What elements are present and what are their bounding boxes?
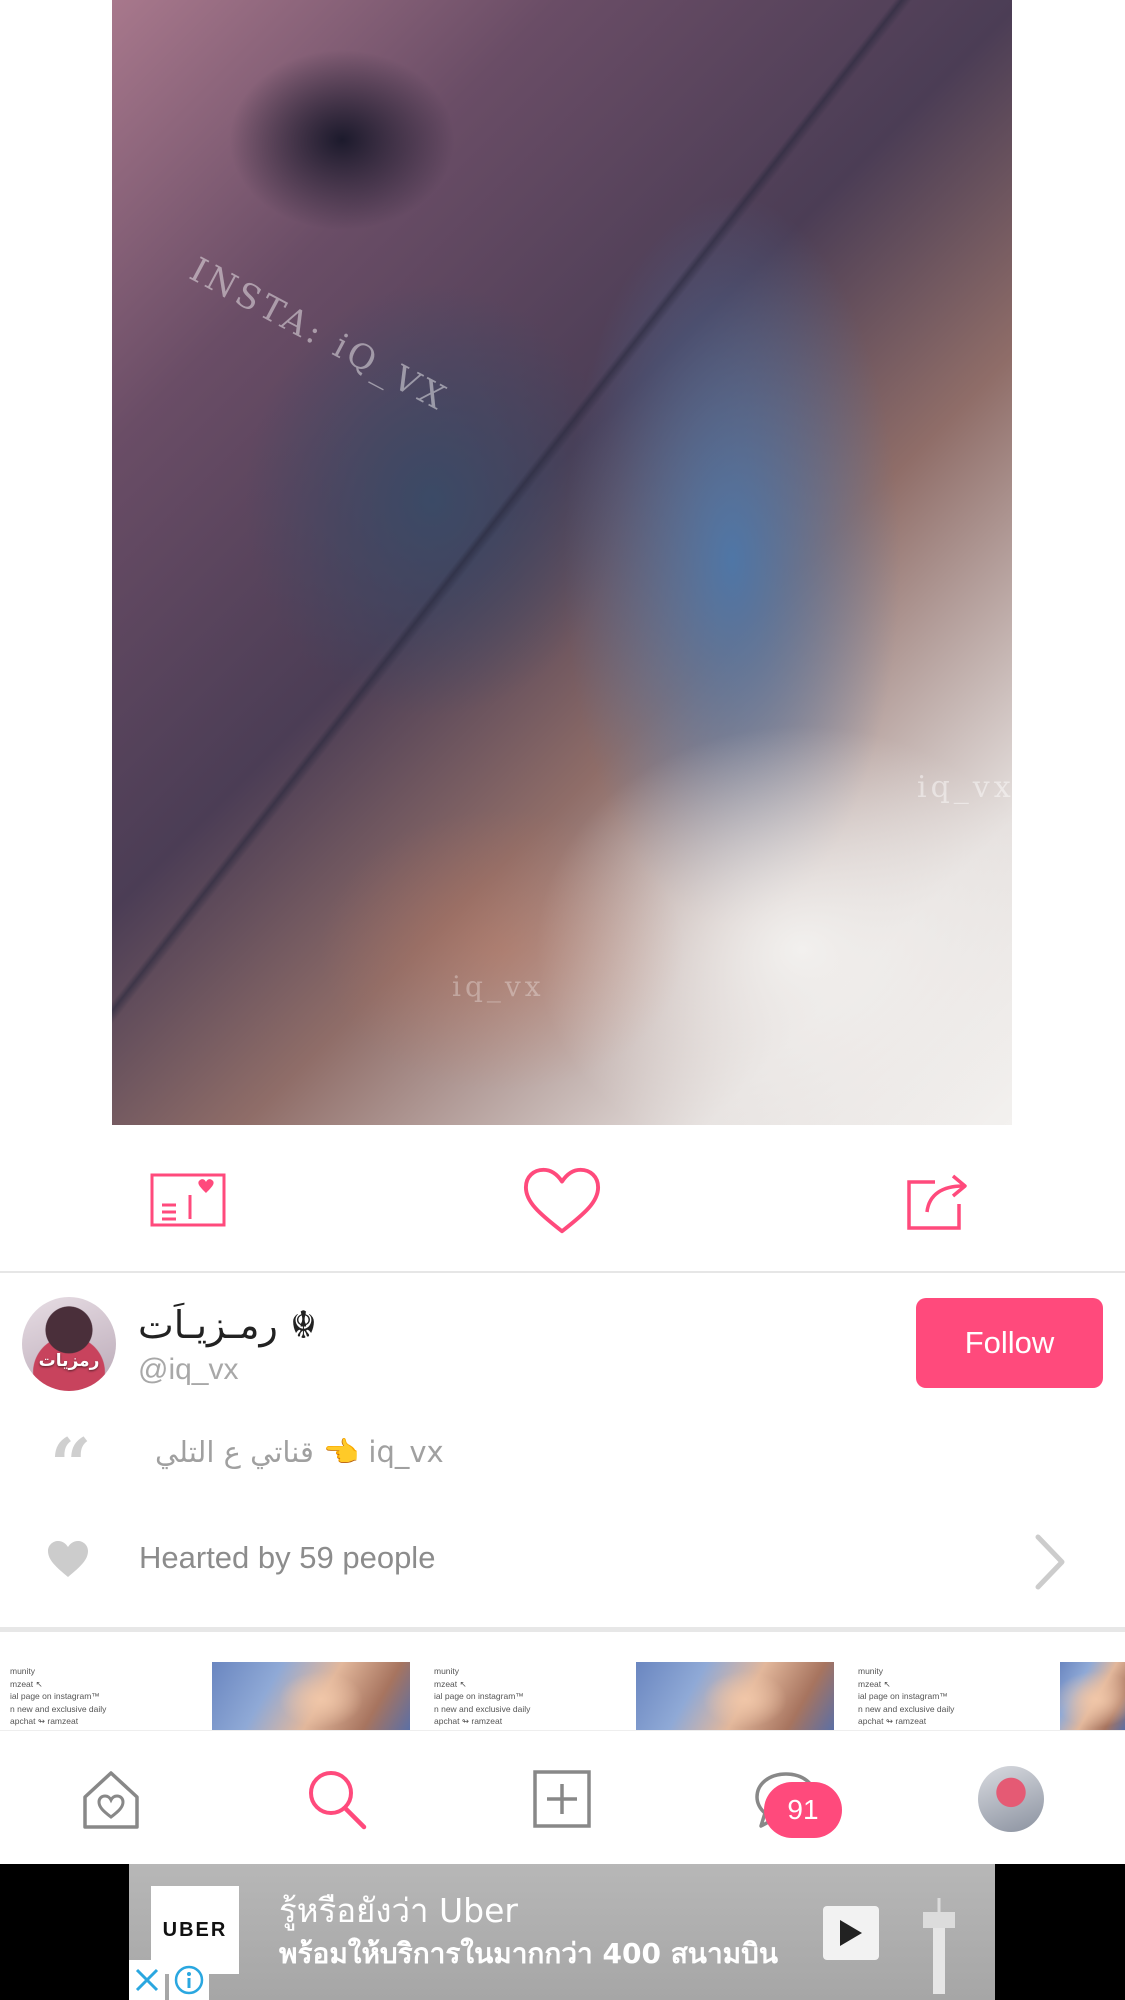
ad-headline: รู้หรือยังว่า Uber [279,1891,518,1930]
related-post-thumbnail[interactable] [212,1662,410,1730]
airport-tower-icon [923,1898,955,1994]
thumb-line: n new and exclusive daily [858,1703,955,1714]
thumb-line: ial page on instagram™ [858,1691,948,1701]
thumb-line: mzeat ↖ [10,1678,43,1689]
postcard-icon [150,1173,226,1227]
photo-detail [112,0,1012,1125]
thumb-line: ial page on instagram™ [434,1691,524,1701]
author-avatar[interactable]: رمزيات [22,1297,116,1391]
ad-banner[interactable]: UBER รู้หรือยังว่า Uber พร้อมให้บริการใน… [129,1864,995,2000]
heart-filled-icon [48,1541,88,1577]
thumb-line: mzeat ↖ [434,1678,467,1689]
share-button[interactable] [898,1165,978,1237]
caption-row: “ قناتي ع التلي 👈 iq_vx [0,1415,1125,1515]
info-icon [174,1965,204,1995]
ad-play-button[interactable] [823,1906,879,1960]
like-button[interactable] [522,1165,602,1237]
hearted-by-row[interactable]: Hearted by 59 people [0,1515,1125,1607]
thumb-line: munity [10,1666,36,1676]
thumb-line: apchat ↬ ramzeat [858,1716,927,1726]
related-post-thumbnail[interactable]: munity mzeat ↖ ial page on instagram™ n … [424,1662,636,1730]
play-icon [840,1920,862,1946]
share-icon [907,1174,967,1230]
author-row: رمزيات رمـزيـاَت ☬ @iq_vx Follow [0,1275,1125,1415]
back-button[interactable] [22,40,78,110]
bottom-tab-bar [0,1730,1125,1864]
tab-home[interactable] [73,1761,149,1837]
close-icon [135,1968,159,1992]
thumb-line: n new and exclusive daily [434,1703,531,1714]
thumb-line: munity [858,1666,884,1676]
follow-button[interactable]: Follow [916,1298,1103,1388]
thumb-line: mzeat ↖ [858,1678,891,1689]
quote-icon: “ [50,1422,92,1507]
ad-info-button[interactable] [169,1960,209,2000]
chevron-left-icon [36,50,64,100]
section-divider [0,1627,1125,1632]
ad-close-button[interactable] [129,1960,165,2000]
related-posts-strip: munity mzeat ↖ ial page on instagram™ n … [0,1662,1125,1730]
author-display-name[interactable]: رمـزيـاَت ☬ [138,1303,317,1347]
related-post-thumbnail[interactable] [1060,1662,1125,1730]
thumb-line: apchat ↬ ramzeat [434,1716,503,1726]
avatar-text: رمزيات [38,1351,100,1371]
ad-subheadline: พร้อมให้บริการในมากกว่า 400 สนามบิน [279,1937,779,1970]
thumb-line: ial page on instagram™ [10,1691,100,1701]
thumb-line: apchat ↬ ramzeat [10,1716,79,1726]
author-username[interactable]: @iq_vx [138,1353,239,1387]
profile-avatar [978,1766,1044,1832]
postcard-button[interactable] [148,1165,228,1237]
post-image-area: INSTA: iQ_VX iq_vx iq_vx [0,0,1125,1125]
related-post-thumbnail[interactable]: munity mzeat ↖ ial page on instagram™ n … [848,1662,1060,1730]
post-action-bar [0,1125,1125,1273]
add-icon [533,1770,591,1828]
chevron-right-icon [1035,1534,1065,1590]
thumb-line: munity [434,1666,460,1676]
messages-badge: 91 [764,1782,842,1838]
post-photo[interactable]: INSTA: iQ_VX iq_vx iq_vx [112,0,1012,1125]
watermark-handle: iq_vx [917,770,1012,805]
related-post-thumbnail[interactable]: munity mzeat ↖ ial page on instagram™ n … [0,1662,212,1730]
home-icon [83,1771,139,1829]
caption-text: قناتي ع التلي 👈 iq_vx [155,1435,444,1469]
watermark-handle-faint: iq_vx [452,970,545,1003]
tab-search[interactable] [299,1761,375,1837]
related-post-thumbnail[interactable] [636,1662,834,1730]
tab-profile[interactable] [973,1761,1049,1837]
search-icon [309,1771,367,1830]
thumb-line: n new and exclusive daily [10,1703,107,1714]
tab-add[interactable] [524,1761,600,1837]
heart-outline-icon [523,1167,601,1234]
hearted-by-text: Hearted by 59 people [139,1540,436,1575]
